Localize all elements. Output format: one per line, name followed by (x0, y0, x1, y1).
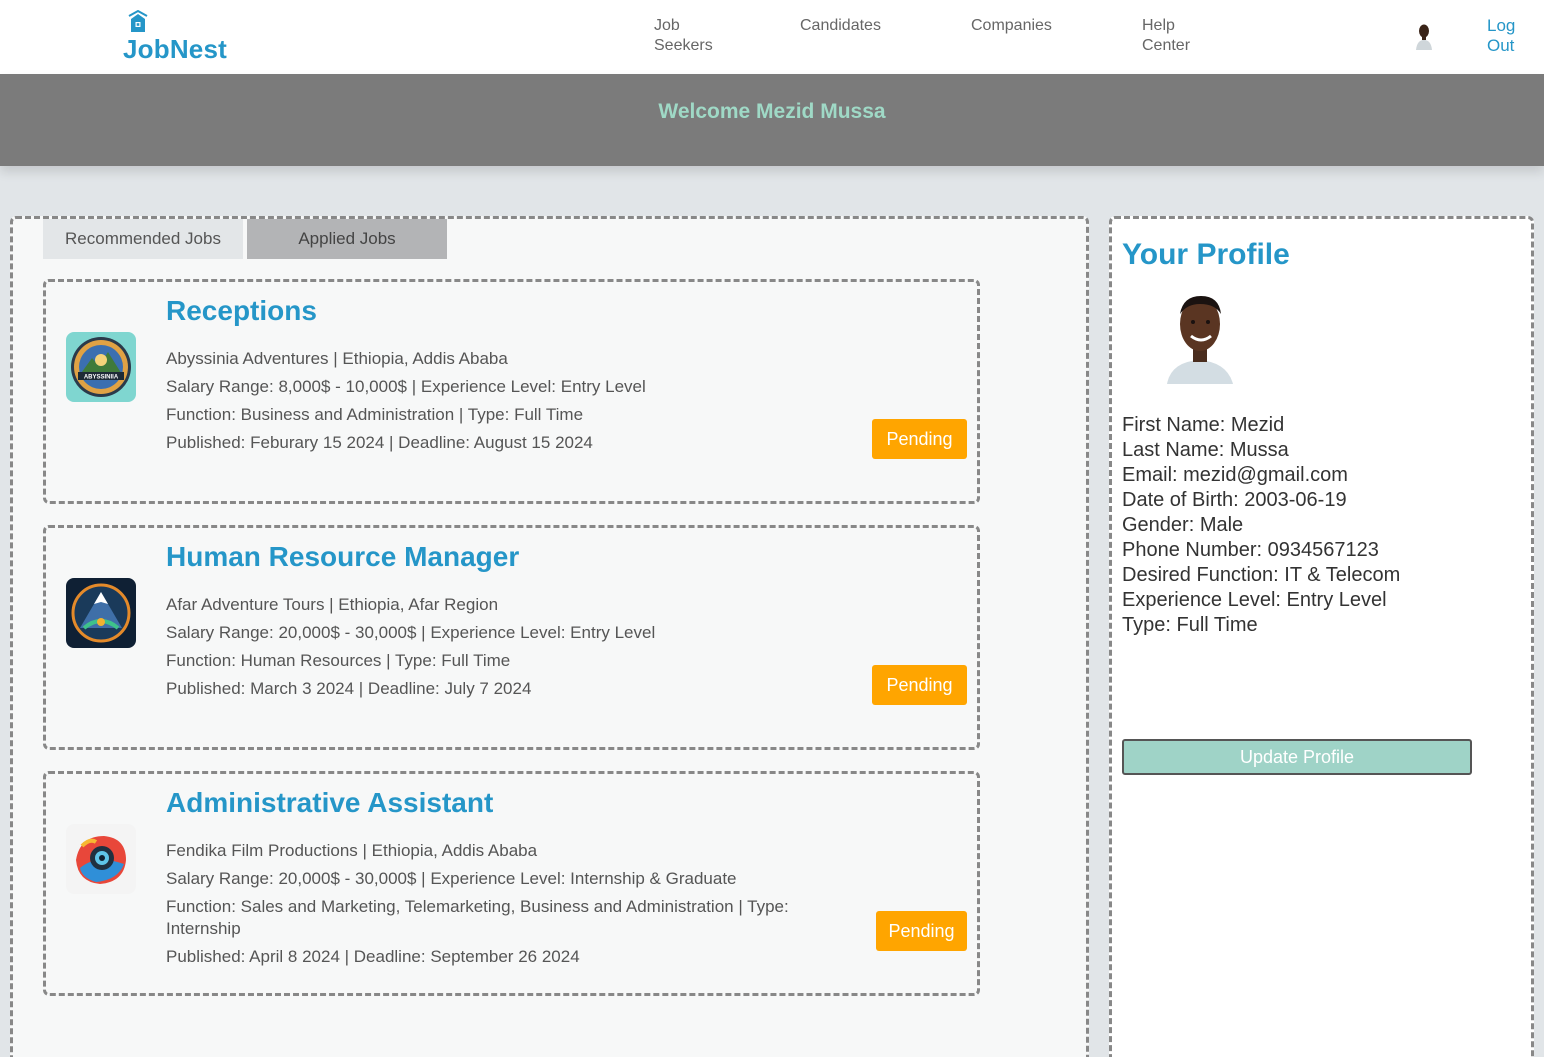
logout-link[interactable]: Log Out (1487, 16, 1537, 56)
company-logo (66, 578, 136, 648)
job-salary-experience: Salary Range: 20,000$ - 30,000$ | Experi… (166, 623, 656, 642)
profile-type: Type: Full Time (1122, 614, 1258, 636)
job-title[interactable]: Administrative Assistant (166, 787, 493, 819)
update-profile-button[interactable]: Update Profile (1122, 739, 1472, 775)
profile-gender: Gender: Male (1122, 514, 1244, 536)
house-icon (125, 9, 151, 36)
job-card: Human Resource Manager Afar Adventure To… (43, 525, 980, 750)
nav-candidates[interactable]: Candidates (800, 16, 910, 36)
job-salary-experience: Salary Range: 8,000$ - 10,000$ | Experie… (166, 377, 646, 396)
job-company-location: Afar Adventure Tours | Ethiopia, Afar Re… (166, 595, 499, 614)
job-function-type: Function: Sales and Marketing, Telemarke… (166, 897, 789, 916)
job-card: Administrative Assistant Fendika Film Pr… (43, 771, 980, 996)
job-published-deadline: Published: April 8 2024 | Deadline: Sept… (166, 947, 580, 966)
profile-first-name: First Name: Mezid (1122, 414, 1285, 436)
profile-experience-level: Experience Level: Entry Level (1122, 589, 1387, 611)
abyssinia-logo-text: ABYSSINIIA (84, 375, 119, 381)
profile-date-of-birth: Date of Birth: 2003-06-19 (1122, 489, 1347, 511)
tab-applied-jobs[interactable]: Applied Jobs (247, 219, 447, 259)
brand-name: JobNest (123, 34, 227, 64)
job-salary-experience: Salary Range: 20,000$ - 30,000$ | Experi… (166, 869, 737, 888)
profile-last-name: Last Name: Mussa (1122, 439, 1289, 461)
welcome-message: Welcome Mezid Mussa (658, 100, 886, 123)
profile-title: Your Profile (1122, 238, 1290, 271)
nav-help-center[interactable]: Help Center (1142, 16, 1232, 56)
profile-desired-function: Desired Function: IT & Telecom (1122, 564, 1401, 586)
job-card: ABYSSINIIA Receptions Abyssinia Adventur… (43, 279, 980, 504)
user-avatar[interactable] (1412, 22, 1436, 50)
job-title[interactable]: Receptions (166, 295, 317, 327)
job-published-deadline: Published: March 3 2024 | Deadline: July… (166, 679, 532, 698)
profile-phone: Phone Number: 0934567123 (1122, 539, 1379, 561)
status-badge-pending[interactable]: Pending (872, 419, 967, 459)
profile-photo (1165, 290, 1235, 384)
profile-email: Email: mezid@gmail.com (1122, 464, 1348, 486)
job-function-type: Function: Business and Administration | … (166, 405, 584, 424)
nav-companies[interactable]: Companies (971, 16, 1081, 36)
status-badge-pending[interactable]: Pending (876, 911, 967, 951)
job-published-deadline: Published: Feburary 15 2024 | Deadline: … (166, 433, 593, 452)
job-function-type-continued: Internship (166, 919, 241, 938)
company-logo: ABYSSINIIA (66, 332, 136, 402)
brand-logo[interactable]: JobNest (123, 9, 233, 66)
job-title[interactable]: Human Resource Manager (166, 541, 519, 573)
tab-recommended-jobs[interactable]: Recommended Jobs (43, 219, 243, 259)
nav-job-seekers[interactable]: Job Seekers (654, 16, 744, 56)
company-logo (66, 824, 136, 894)
job-company-location: Abyssinia Adventures | Ethiopia, Addis A… (166, 349, 508, 368)
job-company-location: Fendika Film Productions | Ethiopia, Add… (166, 841, 538, 860)
job-function-type: Function: Human Resources | Type: Full T… (166, 651, 511, 670)
status-badge-pending[interactable]: Pending (872, 665, 967, 705)
